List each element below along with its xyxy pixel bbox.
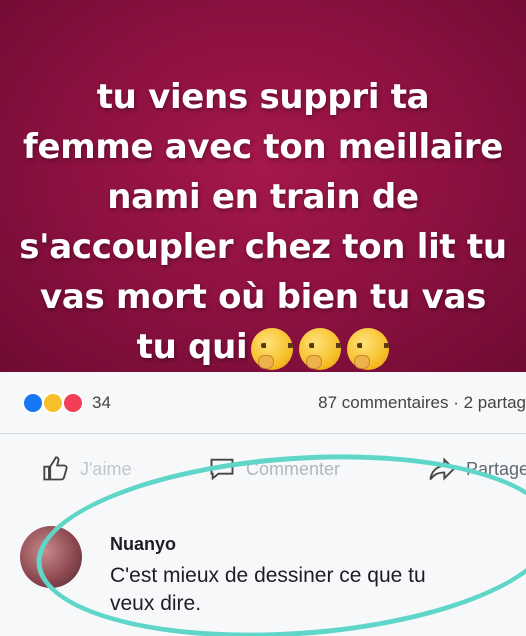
like-button[interactable]: J'aime <box>42 455 131 483</box>
love-reaction-icon <box>62 391 84 414</box>
comment-author[interactable]: Nuanyo <box>110 534 176 555</box>
comment-button[interactable]: Commenter <box>208 455 340 483</box>
thinking-face-icon <box>347 327 390 370</box>
reactions-bar: 34 87 commentaires · 2 partag <box>0 372 526 434</box>
avatar[interactable] <box>20 526 82 588</box>
share-button[interactable]: Partage <box>428 455 526 483</box>
reaction-count: 34 <box>92 392 111 412</box>
post-card: tu viens suppri ta femme avec ton meilla… <box>0 0 526 372</box>
comment-text: C'est mieux de dessiner ce que tu veux d… <box>110 564 426 615</box>
comment-label: Commenter <box>246 458 341 479</box>
post-text: tu viens suppri ta femme avec ton meilla… <box>8 22 518 372</box>
thumbs-up-icon <box>43 456 68 481</box>
emoji-row <box>251 327 390 370</box>
haha-reaction-icon <box>42 391 64 414</box>
reactions-summary[interactable]: 34 <box>22 391 111 414</box>
like-label: J'aime <box>80 458 132 479</box>
comments-shares-count[interactable]: 87 commentaires · 2 partag <box>318 393 526 413</box>
like-reaction-icon <box>22 391 44 414</box>
actions-bar: J'aime Commenter Partage <box>0 434 526 504</box>
comment-bubble-icon <box>210 458 234 481</box>
thinking-face-icon <box>299 327 342 370</box>
post-text-content: tu viens suppri ta femme avec ton meilla… <box>19 77 507 367</box>
comment: Nuanyo C'est mieux de dessiner ce que tu… <box>0 504 526 636</box>
share-label: Partage <box>466 458 526 479</box>
thinking-face-icon <box>251 327 294 370</box>
share-arrow-icon <box>429 457 455 481</box>
